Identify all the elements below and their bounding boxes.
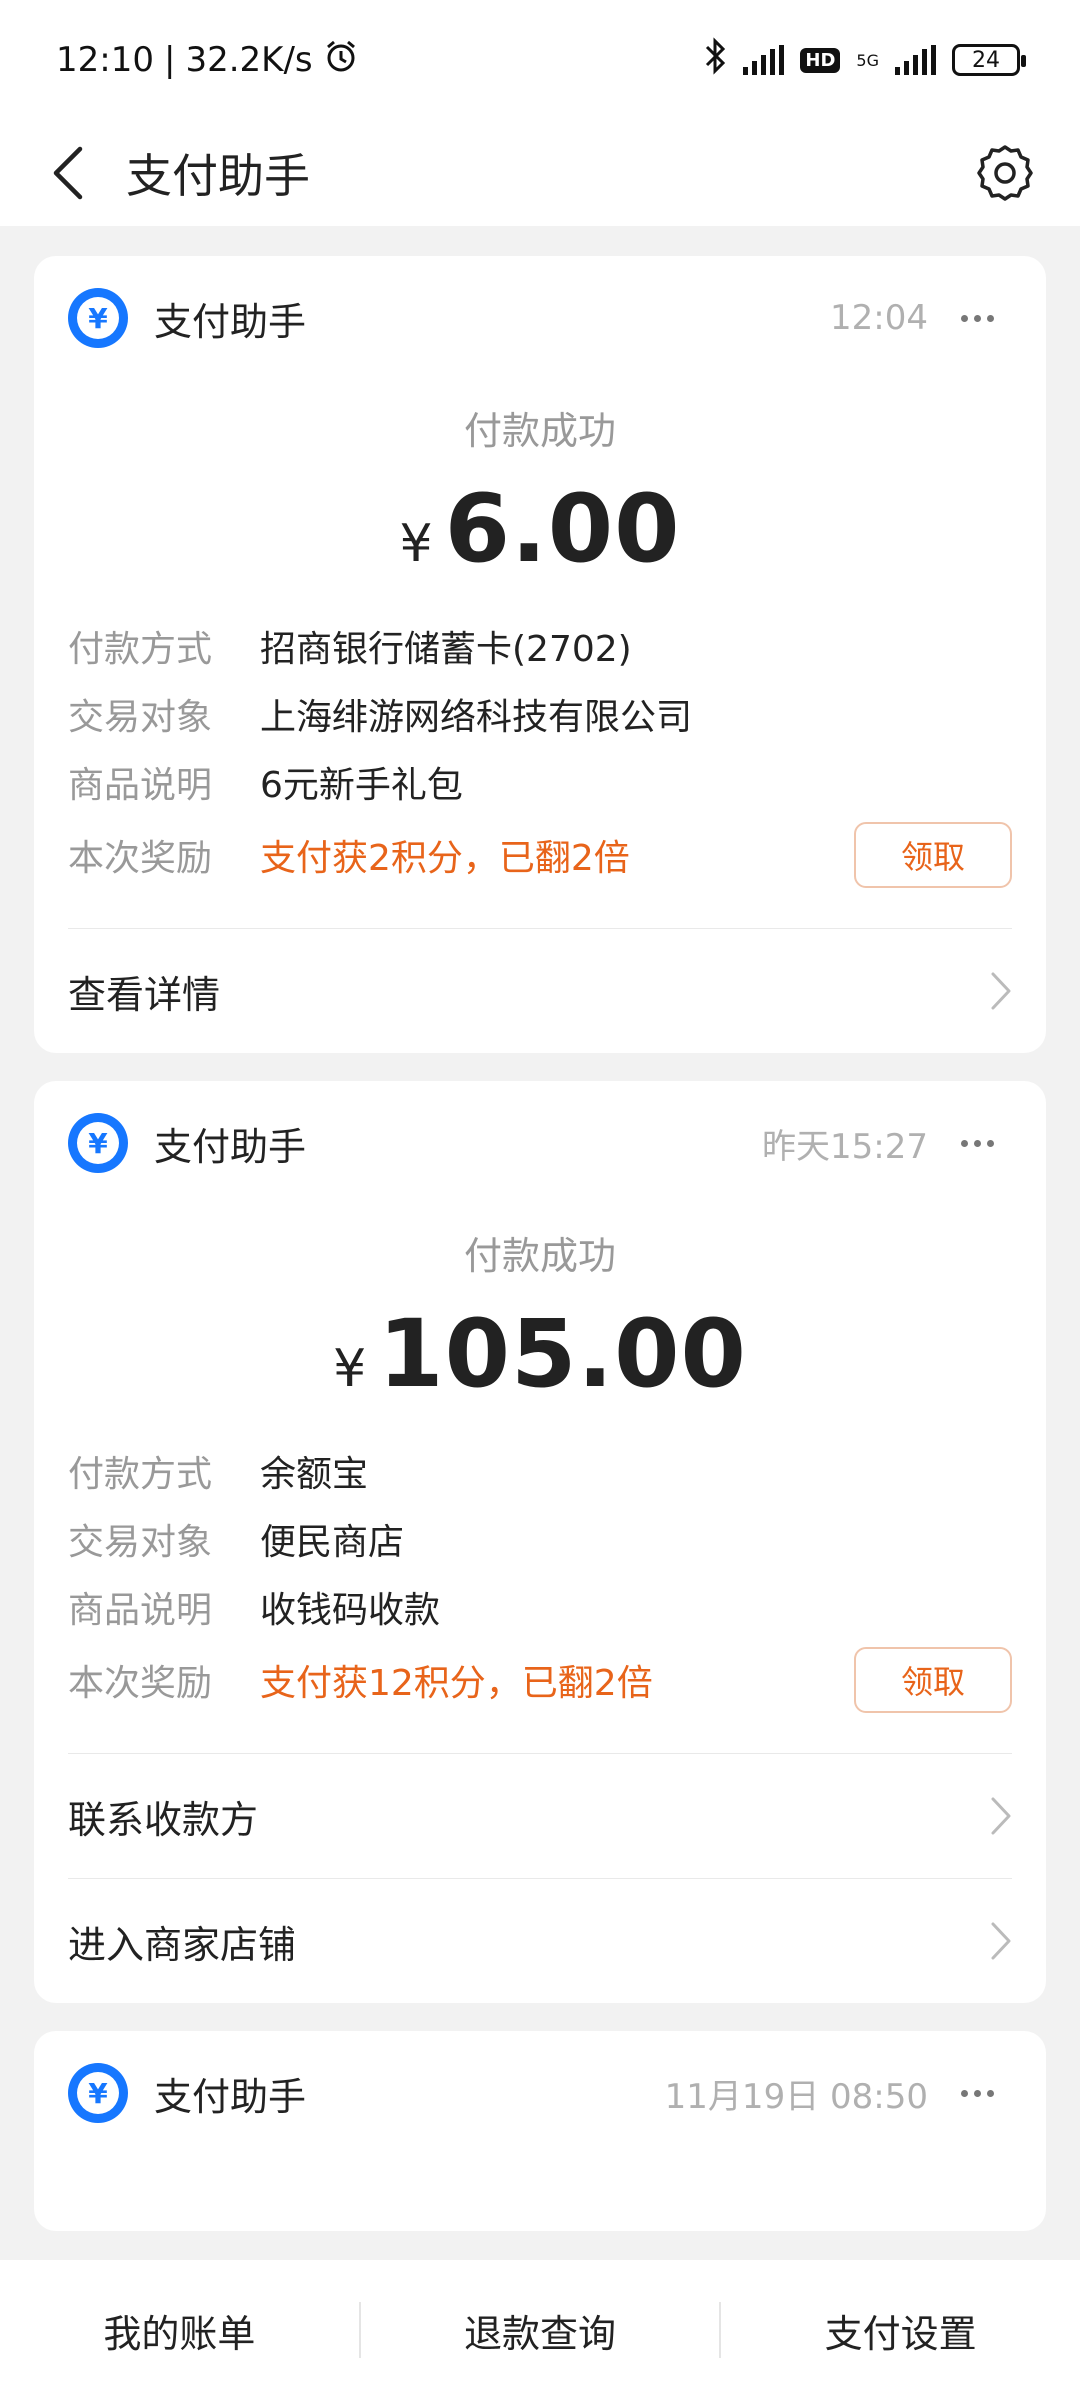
alarm-icon	[323, 38, 359, 83]
payment-card: ¥ 支付助手 11月19日 08:50	[34, 2031, 1046, 2231]
chevron-right-icon	[991, 972, 1011, 1010]
info-label: 商品说明	[68, 1590, 213, 1631]
reward-text: 支付获2积分，已翻2倍	[260, 838, 630, 879]
card-app-name: 支付助手	[154, 2074, 307, 2119]
payment-info: 付款方式 余额宝 交易对象 便民商店 商品说明 收钱码收款 本次奖励 支付获12…	[68, 1437, 1012, 1719]
info-value: 6元新手礼包	[260, 765, 463, 806]
card-header: ¥ 支付助手 12:04	[68, 256, 1012, 380]
reward-row: 本次奖励 支付获2积分，已翻2倍 领取	[68, 816, 1012, 894]
payment-card: ¥ 支付助手 12:04 付款成功 ¥6.00 付款方式 招商银行储蓄卡(270…	[34, 256, 1046, 1053]
card-time: 12:04	[830, 298, 928, 338]
info-row: 商品说明 6元新手礼包	[68, 748, 1012, 816]
alipay-yuan-icon: ¥	[68, 288, 128, 348]
alipay-yuan-icon: ¥	[68, 2063, 128, 2123]
nav-bar: 支付助手	[0, 120, 1080, 226]
tab-payment-settings[interactable]: 支付设置	[721, 2260, 1080, 2400]
info-row: 交易对象 上海绯游网络科技有限公司	[68, 680, 1012, 748]
tab-refund-query[interactable]: 退款查询	[361, 2260, 720, 2400]
payment-amount: ¥105.00	[68, 1300, 1012, 1409]
currency-symbol: ¥	[399, 514, 433, 574]
status-right: HD 5G 24	[703, 36, 1026, 84]
info-label: 交易对象	[68, 697, 213, 738]
signal-icon	[743, 45, 785, 75]
payment-status: 付款成功	[463, 409, 616, 453]
info-row: 商品说明 收钱码收款	[68, 1573, 1012, 1641]
info-label: 本次奖励	[68, 838, 213, 879]
signal-icon-5g	[895, 45, 936, 75]
chevron-left-icon	[53, 146, 83, 200]
page-title: 支付助手	[126, 149, 310, 203]
link-label: 进入商家店铺	[68, 1922, 297, 1967]
currency-symbol: ¥	[333, 1339, 367, 1399]
chevron-right-icon	[991, 1922, 1011, 1960]
link-label: 查看详情	[68, 972, 221, 1017]
card-time: 昨天15:27	[762, 1126, 928, 1167]
card-time: 11月19日 08:50	[664, 2076, 928, 2117]
info-value: 便民商店	[260, 1522, 405, 1563]
hd-badge: HD	[800, 47, 841, 73]
bluetooth-icon	[703, 36, 727, 84]
net-type: 5G	[856, 50, 879, 70]
battery-icon: 24	[952, 44, 1026, 76]
card-app-name: 支付助手	[154, 1124, 307, 1169]
payment-card: ¥ 支付助手 昨天15:27 付款成功 ¥105.00 付款方式 余额宝 交易对…	[34, 1081, 1046, 2003]
chevron-right-icon	[991, 1797, 1011, 1835]
payment-info: 付款方式 招商银行储蓄卡(2702) 交易对象 上海绯游网络科技有限公司 商品说…	[68, 612, 1012, 894]
bottom-tab-bar: 我的账单 退款查询 支付设置	[0, 2260, 1080, 2400]
amount-value: 105.00	[378, 1300, 747, 1409]
info-row: 付款方式 余额宝	[68, 1437, 1012, 1505]
more-options-button[interactable]	[942, 1113, 1012, 1173]
info-value: 余额宝	[260, 1454, 369, 1495]
claim-reward-button[interactable]: 领取	[854, 822, 1012, 888]
reward-text: 支付获12积分，已翻2倍	[260, 1663, 653, 1704]
status-bar: 12:10 | 32.2K/s HD 5G 24	[0, 0, 1080, 120]
status-time: 12:10	[56, 40, 154, 80]
alipay-yuan-icon: ¥	[68, 1113, 128, 1173]
info-value: 上海绯游网络科技有限公司	[260, 697, 693, 738]
view-details-link[interactable]: 查看详情	[68, 928, 1012, 1053]
payment-amount: ¥6.00	[68, 475, 1012, 584]
more-options-button[interactable]	[942, 288, 1012, 348]
back-button[interactable]	[40, 138, 96, 208]
contact-payee-link[interactable]: 联系收款方	[68, 1753, 1012, 1878]
more-options-button[interactable]	[942, 2063, 1012, 2123]
reward-row: 本次奖励 支付获12积分，已翻2倍 领取	[68, 1641, 1012, 1719]
network-speed: 32.2K/s	[185, 40, 313, 80]
payment-status: 付款成功	[463, 1234, 616, 1278]
info-label: 商品说明	[68, 765, 213, 806]
info-value: 招商银行储蓄卡(2702)	[260, 629, 632, 670]
info-value: 收钱码收款	[260, 1590, 441, 1631]
card-header: ¥ 支付助手 昨天15:27	[68, 1081, 1012, 1205]
info-row: 付款方式 招商银行储蓄卡(2702)	[68, 612, 1012, 680]
claim-reward-button[interactable]: 领取	[854, 1647, 1012, 1713]
gear-icon	[977, 145, 1033, 201]
info-label: 付款方式	[68, 629, 213, 670]
status-separator: |	[163, 40, 176, 80]
card-header: ¥ 支付助手 11月19日 08:50	[68, 2031, 1012, 2155]
card-app-name: 支付助手	[154, 299, 307, 344]
tab-my-bills[interactable]: 我的账单	[0, 2260, 359, 2400]
settings-button[interactable]	[970, 138, 1040, 208]
amount-value: 6.00	[444, 475, 681, 584]
link-label: 联系收款方	[68, 1797, 259, 1842]
info-label: 交易对象	[68, 1522, 213, 1563]
info-label: 付款方式	[68, 1454, 213, 1495]
info-row: 交易对象 便民商店	[68, 1505, 1012, 1573]
status-left: 12:10 | 32.2K/s	[56, 38, 359, 83]
message-feed: ¥ 支付助手 12:04 付款成功 ¥6.00 付款方式 招商银行储蓄卡(270…	[34, 256, 1046, 2259]
info-label: 本次奖励	[68, 1663, 213, 1704]
enter-store-link[interactable]: 进入商家店铺	[68, 1878, 1012, 2003]
